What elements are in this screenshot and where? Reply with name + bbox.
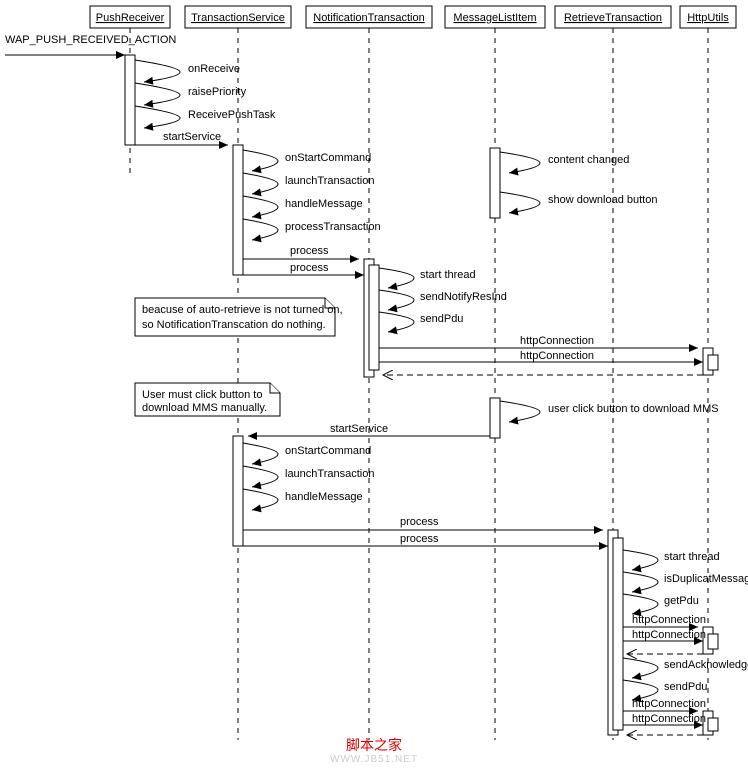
external-trigger-label: WAP_PUSH_RECEIVED_ACTION — [5, 34, 176, 46]
note-text: User must click button to — [142, 389, 262, 401]
selfcall — [135, 83, 180, 105]
activation-mli2 — [490, 398, 500, 438]
participant-label: NotificationTransaction — [313, 12, 424, 24]
sequence-diagram: PushReceiver TransactionService Notifica… — [0, 0, 748, 768]
message-label: httpConnection — [520, 350, 594, 362]
selfcall — [623, 658, 658, 678]
message-label: process — [290, 262, 329, 274]
activation-rt-inner — [613, 538, 623, 730]
message-label: sendNotifyResInd — [420, 291, 507, 303]
note-text: so NotificationTranscation do nothing. — [142, 319, 326, 331]
selfcall — [135, 60, 180, 82]
participant-label: TransactionService — [191, 12, 285, 24]
activation-hu1-inner — [708, 355, 718, 370]
selfcall — [500, 401, 540, 422]
selfcall — [135, 106, 180, 128]
message-label: launchTransaction — [285, 175, 374, 187]
watermark-text: 脚本之家 — [346, 737, 402, 753]
activation-nt-inner — [369, 265, 379, 370]
activation-hu3-inner — [708, 718, 718, 731]
message-label: process — [400, 516, 439, 528]
activation-mli1 — [490, 148, 500, 218]
message-label: handleMessage — [285, 198, 363, 210]
message-label: sendPdu — [420, 313, 463, 325]
selfcall — [243, 489, 278, 510]
participant-label: RetrieveTransaction — [564, 12, 662, 24]
message-label: processTransaction — [285, 221, 381, 233]
message-label: onStartCommand — [285, 445, 371, 457]
message-label: process — [290, 245, 329, 257]
note-manual-download: User must click button to download MMS m… — [135, 383, 280, 416]
message-label: httpConnection — [520, 335, 594, 347]
selfcall — [500, 152, 540, 173]
message-label: content changed — [548, 154, 629, 166]
message-label: raisePriority — [188, 86, 247, 98]
selfcall — [379, 312, 414, 332]
message-label: user click button to download MMS — [548, 403, 719, 415]
selfcall — [243, 219, 278, 240]
message-label: show download button — [548, 194, 657, 206]
selfcall — [379, 290, 414, 310]
note-text: beacuse of auto-retrieve is not turned o… — [142, 304, 343, 316]
message-label: getPdu — [664, 595, 699, 607]
selfcall — [243, 173, 278, 194]
note-text: download MMS manually. — [142, 402, 267, 414]
selfcall — [500, 192, 540, 213]
message-label: httpConnection — [632, 713, 706, 725]
message-label: sendPdu — [664, 681, 707, 693]
message-label: startService — [330, 423, 388, 435]
message-label: httpConnection — [632, 698, 706, 710]
message-label: launchTransaction — [285, 468, 374, 480]
selfcall — [243, 443, 278, 464]
selfcall — [623, 680, 658, 700]
participant-label: MessageListItem — [453, 12, 536, 24]
message-label: handleMessage — [285, 491, 363, 503]
selfcall — [623, 572, 658, 592]
participant-messagelistitem: MessageListItem — [445, 6, 545, 740]
selfcall — [243, 150, 278, 171]
message-label: process — [400, 533, 439, 545]
message-label: startService — [163, 131, 221, 143]
message-label: httpConnection — [632, 614, 706, 626]
message-label: start thread — [664, 551, 720, 563]
message-label: isDuplicatMessage — [664, 573, 748, 585]
watermark-url: WWW.JB51.NET — [330, 754, 418, 765]
participant-label: PushReceiver — [96, 12, 165, 24]
message-label: httpConnection — [632, 629, 706, 641]
activation-ts1 — [233, 145, 243, 275]
activation-hu2-inner — [708, 634, 718, 649]
message-label: sendAcknowledgeInd — [664, 659, 748, 671]
selfcall — [243, 466, 278, 487]
selfcall — [623, 550, 658, 570]
message-label: start thread — [420, 269, 476, 281]
selfcall — [379, 268, 414, 288]
activation-pushreceiver — [125, 55, 135, 145]
message-label: onReceive — [188, 63, 240, 75]
activation-ts2 — [233, 436, 243, 546]
participant-label: HttpUtils — [687, 12, 729, 24]
message-label: onStartCommand — [285, 152, 371, 164]
selfcall — [623, 594, 658, 614]
note-auto-retrieve: beacuse of auto-retrieve is not turned o… — [135, 298, 343, 336]
selfcall — [243, 196, 278, 217]
message-label: ReceivePushTask — [188, 109, 276, 121]
